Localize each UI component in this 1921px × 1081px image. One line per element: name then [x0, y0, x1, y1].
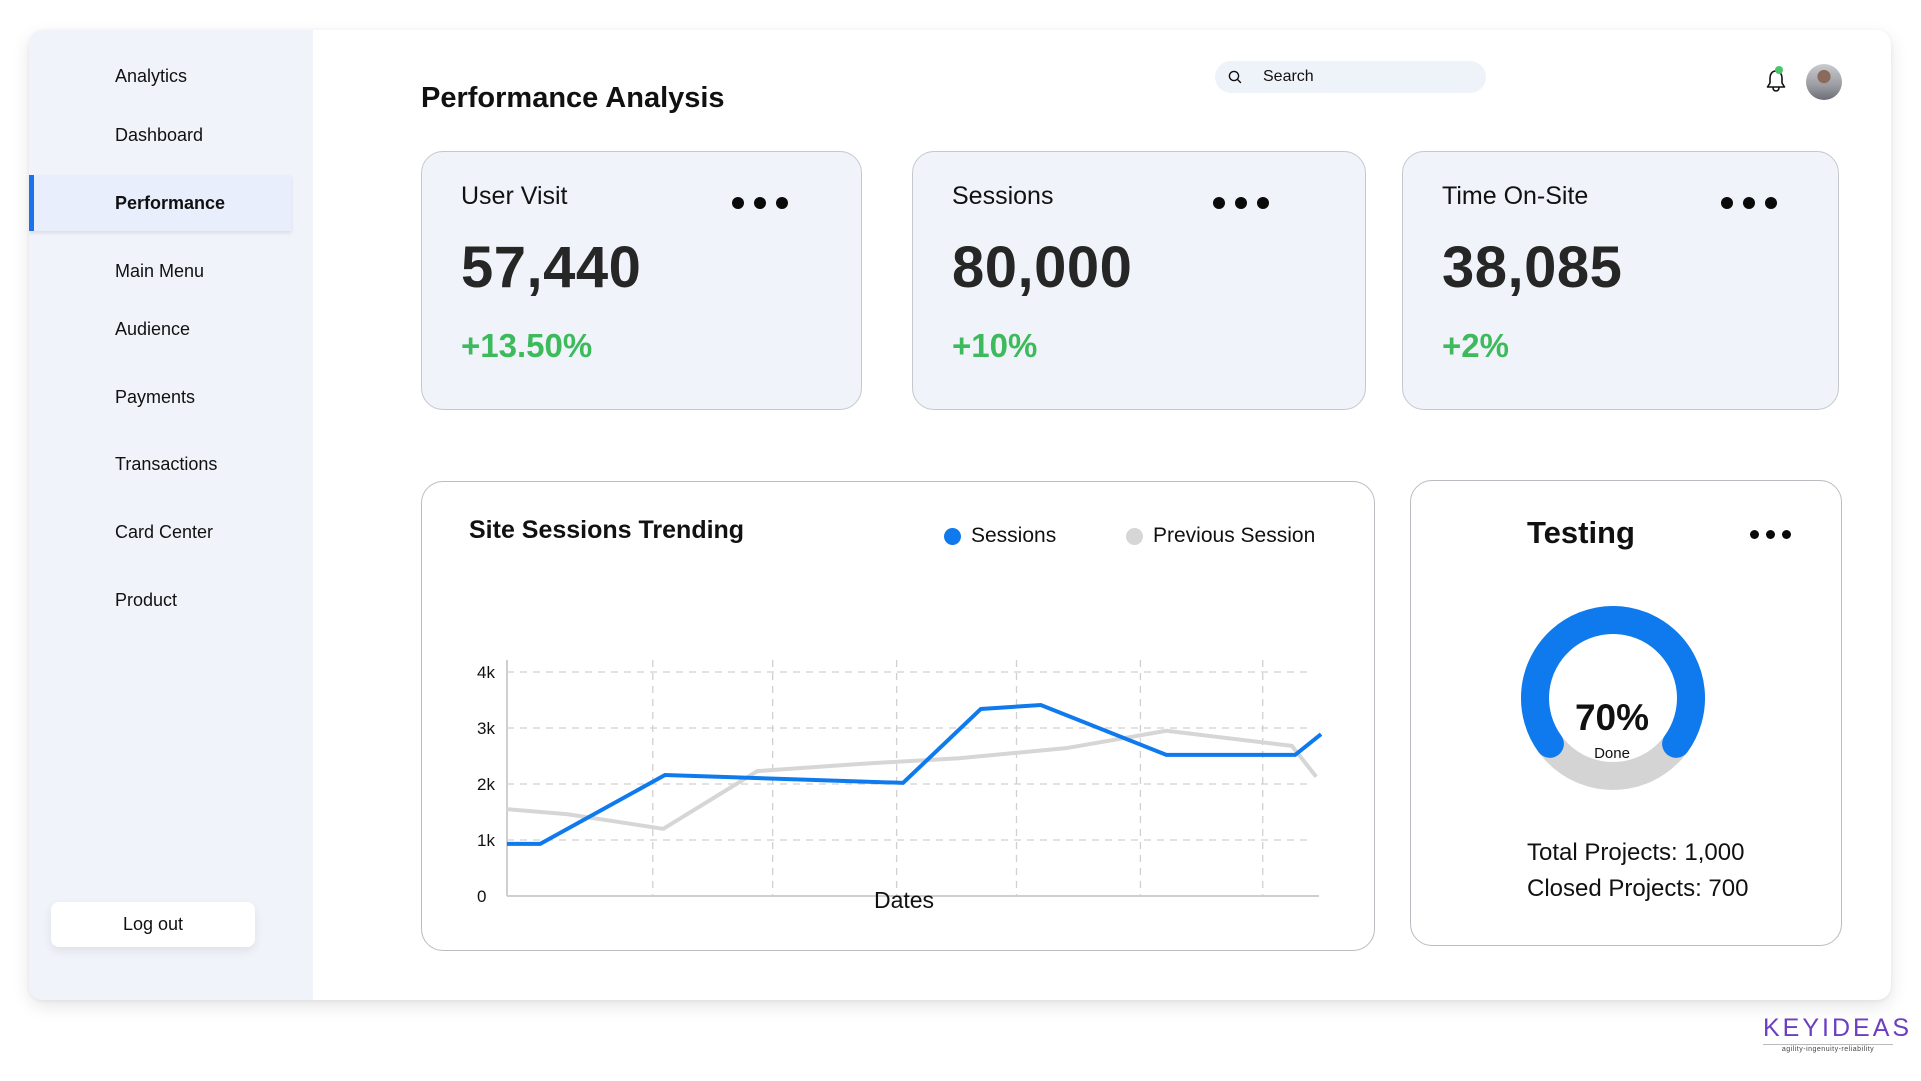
sidebar-item-label: Card Center — [115, 521, 214, 542]
sidebar-item-card-center[interactable]: Card Center — [29, 504, 291, 560]
sidebar-item-dashboard[interactable]: Dashboard — [29, 107, 291, 163]
logout-button[interactable]: Log out — [51, 902, 255, 947]
more-options-icon[interactable] — [1213, 197, 1269, 209]
sidebar-item-label: Performance — [115, 192, 226, 213]
search-icon — [1228, 70, 1242, 84]
line-chart: 0 1k 2k 3k 4k Dates — [477, 660, 1323, 913]
search-input[interactable] — [1263, 68, 1463, 86]
sidebar-item-payments[interactable]: Payments — [29, 369, 291, 425]
y-tick-label: 2k — [477, 775, 495, 794]
progress-percent: 70% — [1574, 697, 1650, 738]
total-projects: Total Projects: 1,000 — [1527, 839, 1745, 866]
app-window: Analytics Dashboard Performance Main Men… — [29, 30, 1891, 1000]
testing-card: Testing 70% Done Total Projects: 1,000 C… — [1410, 480, 1842, 946]
sessions-chart-card: Site Sessions Trending Sessions Previous… — [421, 481, 1375, 951]
stat-value: 57,440 — [461, 235, 642, 300]
stat-label: Time On-Site — [1442, 182, 1589, 210]
brand-logo: KEYIDEAS agility-ingenuity-reliability — [1763, 1014, 1913, 1053]
sidebar-item-transactions[interactable]: Transactions — [29, 436, 291, 492]
stat-value: 80,000 — [952, 235, 1133, 300]
series-line-previous-session — [506, 728, 1318, 831]
sidebar-item-label: Payments — [115, 386, 196, 407]
notification-badge — [1775, 66, 1783, 74]
stat-value: 38,085 — [1442, 235, 1623, 300]
stat-card-time-on-site: Time On-Site 38,085 +2% — [1402, 151, 1839, 410]
progress-sub-label: Done — [1594, 745, 1630, 762]
sidebar-item-audience[interactable]: Audience — [29, 301, 291, 357]
testing-title: Testing — [1527, 515, 1635, 550]
sidebar-item-label: Transactions — [115, 453, 218, 474]
stat-card-user-visit: User Visit 57,440 +13.50% — [421, 151, 862, 410]
sidebar-item-main-menu[interactable]: Main Menu — [29, 243, 291, 299]
sidebar-item-label: Audience — [115, 318, 191, 339]
page-title: Performance Analysis — [421, 82, 725, 114]
y-tick-label: 1k — [477, 831, 495, 850]
y-tick-label: 3k — [477, 719, 495, 738]
sidebar-item-label: Analytics — [115, 65, 188, 86]
stat-change: +13.50% — [461, 327, 593, 364]
sidebar-item-product[interactable]: Product — [29, 572, 291, 628]
stat-change: +10% — [952, 327, 1038, 364]
x-axis-label: Dates — [874, 887, 934, 913]
sidebar-item-analytics[interactable]: Analytics — [29, 48, 291, 104]
more-options-icon[interactable] — [1750, 530, 1791, 539]
search-bar[interactable] — [1215, 61, 1486, 93]
stat-card-sessions: Sessions 80,000 +10% — [912, 151, 1366, 410]
stat-label: User Visit — [461, 182, 568, 210]
stat-change: +2% — [1442, 327, 1509, 364]
user-avatar[interactable] — [1806, 64, 1842, 100]
y-tick-label: 4k — [477, 663, 495, 682]
sidebar-item-label: Main Menu — [115, 260, 205, 281]
sidebar-item-label: Product — [115, 589, 178, 610]
brand-name: KEYIDEAS — [1763, 1014, 1913, 1042]
stat-label: Sessions — [952, 182, 1054, 210]
sidebar: Analytics Dashboard Performance Main Men… — [29, 30, 313, 1000]
brand-tagline: agility-ingenuity-reliability — [1763, 1044, 1893, 1053]
more-options-icon[interactable] — [732, 197, 788, 209]
y-tick-label: 0 — [477, 887, 486, 906]
sidebar-item-label: Dashboard — [115, 124, 204, 145]
closed-projects: Closed Projects: 700 — [1527, 875, 1749, 902]
sidebar-item-performance[interactable]: Performance — [29, 175, 291, 231]
more-options-icon[interactable] — [1721, 197, 1777, 209]
